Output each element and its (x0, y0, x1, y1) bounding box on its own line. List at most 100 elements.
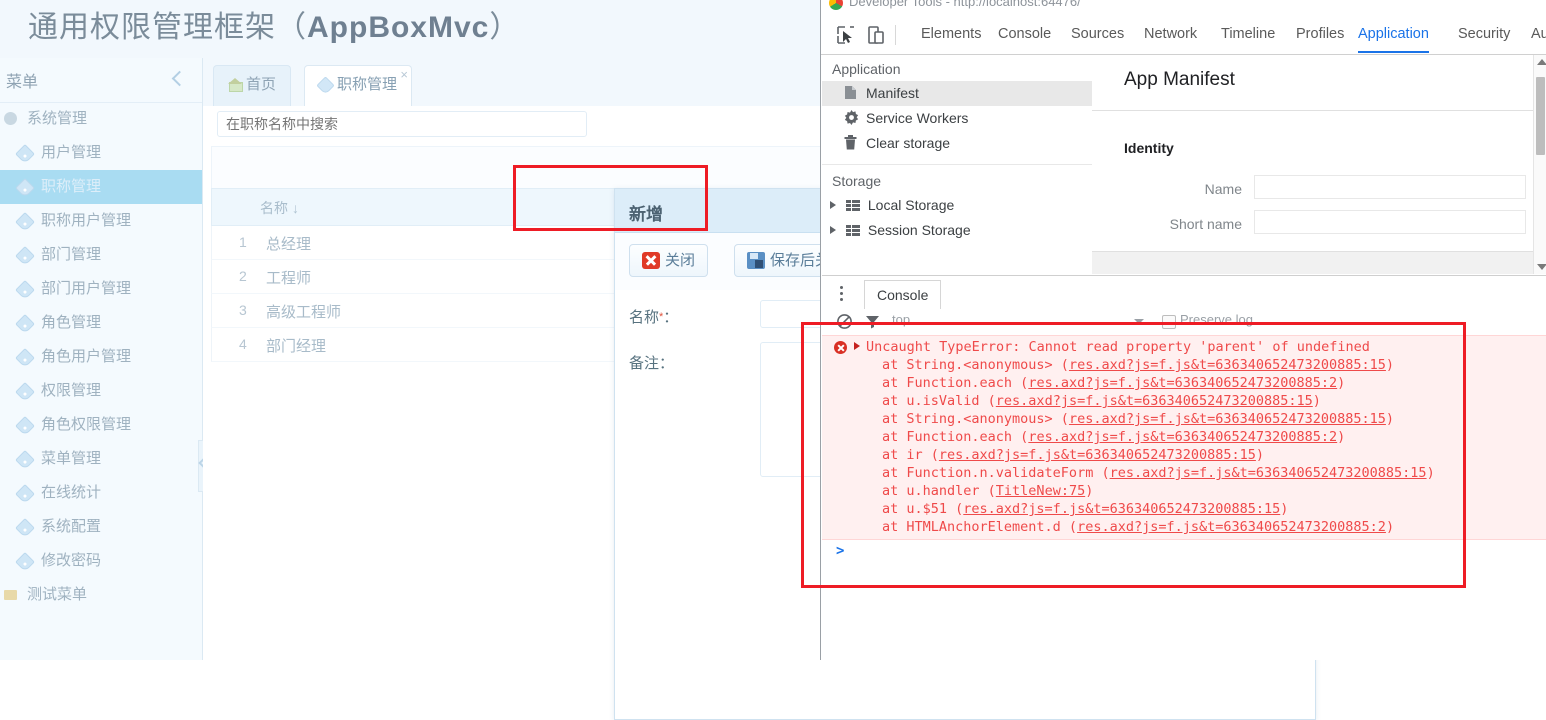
sidebar-item-title-user-management[interactable]: 职称用户管理 (0, 204, 202, 238)
stack-frame-link[interactable]: res.axd?js=f.js&t=636340652473200885:2 (1028, 429, 1337, 445)
sidebar-item-user-management[interactable]: 用户管理 (0, 136, 202, 170)
devtools-tab-security[interactable]: Security (1458, 26, 1510, 51)
devtools-tab-console[interactable]: Console (998, 26, 1051, 51)
sidebar-item-role-permission-management[interactable]: 角色权限管理 (0, 408, 202, 442)
sidebar-divider (822, 156, 1092, 165)
scrollbar-thumb[interactable] (1536, 77, 1545, 155)
device-toolbar-icon[interactable] (865, 24, 887, 46)
stack-frame-suffix: ) (1385, 519, 1395, 535)
stack-frame: at u.handler (TitleNew:75) (882, 482, 1546, 500)
row-index: 4 (239, 336, 247, 352)
sidebar-item-permission-management[interactable]: 权限管理 (0, 374, 202, 408)
devtools-tab-profiles[interactable]: Profiles (1296, 26, 1344, 51)
page-title-cn: 通用权限管理框架（ (28, 11, 307, 44)
sidebar-item-test-menu[interactable]: 测试菜单 (0, 578, 202, 612)
sidebar-item-label: 部门用户管理 (41, 280, 132, 297)
stack-frame-fn: at u.isValid ( (882, 393, 996, 409)
stack-frame-fn: at u.$51 ( (882, 501, 964, 517)
stack-frame-link[interactable]: res.axd?js=f.js&t=636340652473200885:15 (939, 447, 1256, 463)
clear-console-icon[interactable] (836, 313, 853, 330)
prompt-chevron-icon: > (836, 543, 845, 559)
devtools-tab-elements[interactable]: Elements (921, 26, 981, 51)
stack-frame: at ir (res.axd?js=f.js&t=636340652473200… (882, 446, 1546, 464)
more-options-icon[interactable] (838, 283, 844, 302)
stack-frame-fn: at String.<anonymous> ( (882, 357, 1069, 373)
sidebar-item-label: 在线统计 (41, 484, 102, 501)
sidebar-item-label: 修改密码 (41, 552, 102, 569)
sidebar-scrollbar[interactable] (1533, 55, 1546, 274)
field-label-name: 名称*： (629, 306, 678, 327)
sidebar-item-system-config[interactable]: 系统配置 (0, 510, 202, 544)
stack-frame-link[interactable]: res.axd?js=f.js&t=636340652473200885:15 (963, 501, 1280, 517)
sidebar-item-role-management[interactable]: 角色管理 (0, 306, 202, 340)
stack-frame-link[interactable]: res.axd?js=f.js&t=636340652473200885:15 (1110, 465, 1427, 481)
devtools-tab-application[interactable]: Application (1358, 26, 1429, 53)
stack-frame-suffix: ) (1255, 447, 1265, 463)
sidebar-item-online-statistics[interactable]: 在线统计 (0, 476, 202, 510)
sidebar-item-department-user-management[interactable]: 部门用户管理 (0, 272, 202, 306)
stack-frame-link[interactable]: TitleNew:75 (996, 483, 1085, 499)
manifest-field-value-short-name (1254, 210, 1526, 234)
stack-frame-link[interactable]: res.axd?js=f.js&t=636340652473200885:2 (1077, 519, 1386, 535)
stack-frame: at String.<anonymous> (res.axd?js=f.js&t… (882, 410, 1546, 428)
search-input[interactable] (217, 111, 587, 137)
devtools-window-title: Developer Tools - http://localhost:64476… (849, 0, 1081, 9)
expand-triangle-icon[interactable] (854, 342, 860, 350)
scroll-down-icon[interactable] (1537, 264, 1546, 270)
devtools-tab-audits[interactable]: Au (1531, 26, 1546, 51)
sidebar-node-manifest[interactable]: Manifest (822, 81, 1092, 106)
chevron-down-icon[interactable] (1134, 319, 1144, 324)
devtools-tab-bar: Elements Console Sources Network Timelin… (821, 16, 1546, 55)
chevron-right-icon[interactable] (830, 201, 836, 209)
stack-frame-fn: at ir ( (882, 447, 939, 463)
close-button[interactable]: 关闭 (629, 244, 709, 277)
sidebar-item-change-password[interactable]: 修改密码 (0, 544, 202, 578)
inspect-element-icon[interactable] (835, 24, 857, 46)
column-header-name[interactable]: 名称 ↓ (260, 198, 299, 218)
tag-icon (15, 212, 36, 232)
stack-frame-fn: at HTMLAnchorElement.d ( (882, 519, 1078, 535)
sidebar-item-label: 用户管理 (41, 144, 102, 161)
sidebar-item-label: 系统管理 (27, 110, 88, 127)
sidebar-item-menu-management[interactable]: 菜单管理 (0, 442, 202, 476)
stack-frame-link[interactable]: res.axd?js=f.js&t=636340652473200885:15 (1069, 357, 1386, 373)
table-icon (845, 194, 862, 211)
stack-frame-suffix: ) (1337, 375, 1346, 391)
sidebar-node-clear-storage[interactable]: Clear storage (822, 131, 1092, 156)
filter-icon[interactable] (864, 313, 881, 330)
stack-frame: at HTMLAnchorElement.d (res.axd?js=f.js&… (882, 518, 1546, 536)
tab-title-management[interactable]: 职称管理 × (304, 65, 413, 107)
devtools-tab-timeline[interactable]: Timeline (1221, 26, 1275, 51)
dialog-title: 新增 (629, 205, 663, 224)
stack-frame-link[interactable]: res.axd?js=f.js&t=636340652473200885:2 (1028, 375, 1337, 391)
panel-divider (1092, 110, 1534, 111)
toolbar-divider (895, 25, 896, 45)
sidebar-item-department-management[interactable]: 部门管理 (0, 238, 202, 272)
chevron-right-icon[interactable] (830, 226, 836, 234)
sidebar-section-storage: Storage (832, 173, 882, 189)
sidebar-tree-local-storage[interactable]: Local Storage (822, 193, 1092, 218)
console-prompt[interactable]: > (822, 540, 1546, 564)
stack-frame-link[interactable]: res.axd?js=f.js&t=636340652473200885:15 (1069, 411, 1386, 427)
sidebar-tree-session-storage[interactable]: Session Storage (822, 218, 1092, 243)
devtools-tab-network[interactable]: Network (1144, 26, 1197, 51)
chevron-left-icon[interactable] (170, 69, 188, 87)
close-icon[interactable]: × (400, 68, 408, 81)
sidebar-item-title-management[interactable]: 职称管理 (0, 170, 202, 204)
sidebar-node-service-workers[interactable]: Service Workers (822, 106, 1092, 131)
sidebar-node-label: Clear storage (866, 135, 951, 151)
stack-frame-fn: at Function.n.validateForm ( (882, 465, 1110, 481)
sidebar-item-system-management[interactable]: 系统管理 (0, 102, 202, 136)
tab-home[interactable]: 首页 (213, 65, 292, 107)
scroll-up-icon[interactable] (1537, 59, 1546, 65)
sidebar-header: 菜单 (0, 58, 202, 103)
preserve-log-checkbox[interactable] (1162, 315, 1176, 329)
sidebar-item-role-user-management[interactable]: 角色用户管理 (0, 340, 202, 374)
stack-frame-link[interactable]: res.axd?js=f.js&t=636340652473200885:15 (996, 393, 1313, 409)
drawer-tab-console[interactable]: Console (864, 280, 942, 311)
folder-icon (4, 587, 22, 601)
console-error-entry[interactable]: Uncaught TypeError: Cannot read property… (822, 335, 1546, 540)
console-context-select[interactable]: top (892, 312, 1152, 332)
preserve-log-label[interactable]: Preserve log (1180, 312, 1253, 327)
devtools-tab-sources[interactable]: Sources (1071, 26, 1124, 51)
